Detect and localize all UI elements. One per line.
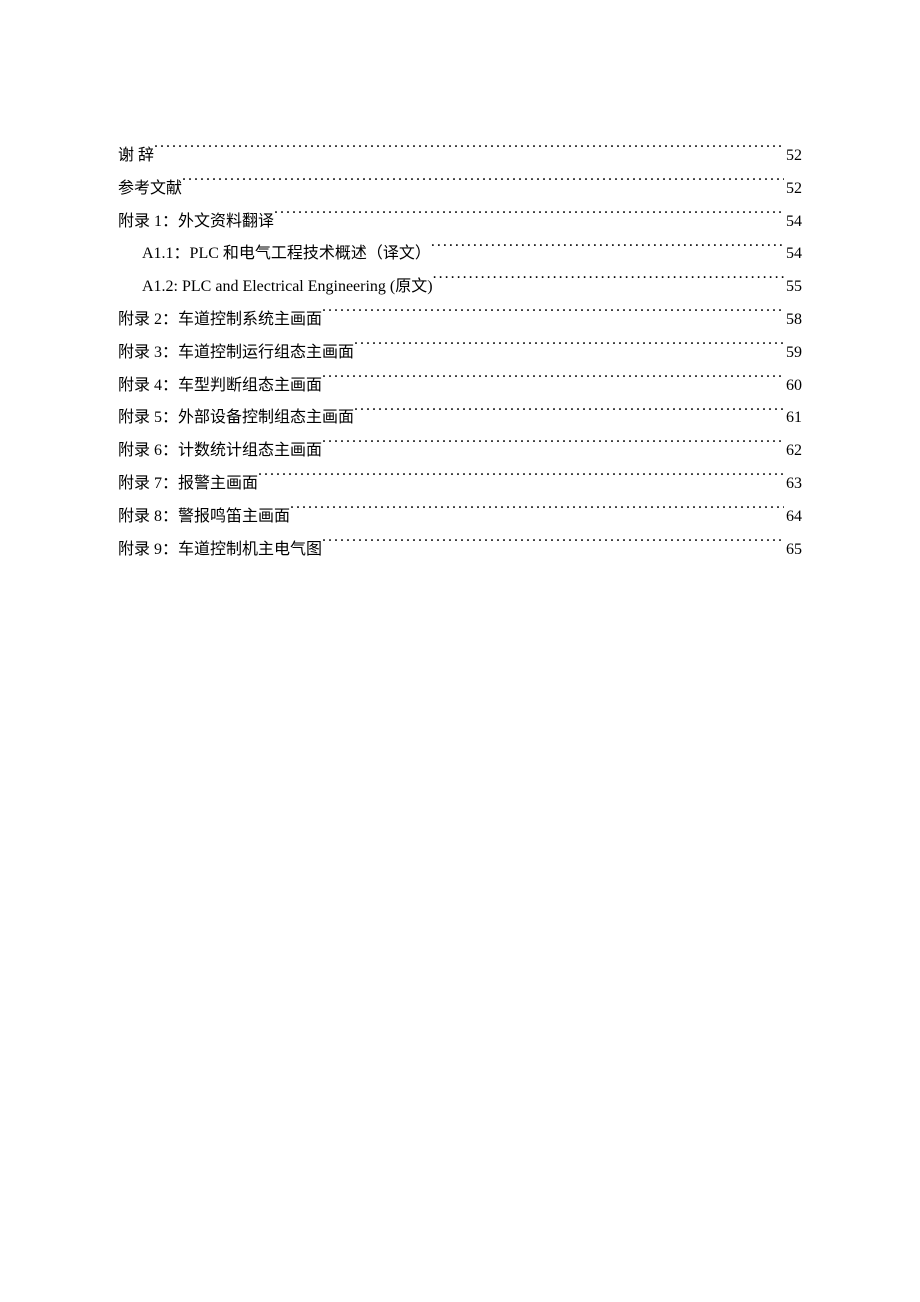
toc-leader-dots xyxy=(258,472,784,488)
toc-title: 参考文献 xyxy=(118,173,182,206)
toc-entry: 谢 辞 52 xyxy=(118,140,802,173)
toc-leader-dots xyxy=(322,308,784,324)
toc-entry: 附录 7：报警主画面 63 xyxy=(118,468,802,501)
toc-page-number: 54 xyxy=(784,206,802,239)
toc-entry: 附录 2：车道控制系统主画面 58 xyxy=(118,304,802,337)
toc-leader-dots xyxy=(322,439,784,455)
toc-leader-dots xyxy=(290,505,784,521)
toc-page-number: 52 xyxy=(784,140,802,173)
toc-title: 附录 3：车道控制运行组态主画面 xyxy=(118,337,354,370)
toc-page-number: 61 xyxy=(784,402,802,435)
toc-page-number: 58 xyxy=(784,304,802,337)
toc-entry: A1.2: PLC and Electrical Engineering (原文… xyxy=(118,271,802,304)
toc-page-number: 65 xyxy=(784,534,802,567)
toc-title: 附录 6：计数统计组态主画面 xyxy=(118,435,322,468)
toc-title: 附录 2：车道控制系统主画面 xyxy=(118,304,322,337)
toc-title: 附录 1：外文资料翻译 xyxy=(118,206,274,239)
toc-title: 附录 4：车型判断组态主画面 xyxy=(118,370,322,403)
toc-page-number: 63 xyxy=(784,468,802,501)
toc-page-number: 62 xyxy=(784,435,802,468)
toc-entry: 附录 9：车道控制机主电气图 65 xyxy=(118,534,802,567)
toc-title: 附录 5：外部设备控制组态主画面 xyxy=(118,402,354,435)
toc-entry: 参考文献 52 xyxy=(118,173,802,206)
toc-title: 附录 8：警报鸣笛主画面 xyxy=(118,501,290,534)
toc-leader-dots xyxy=(354,341,784,357)
toc-leader-dots xyxy=(431,242,784,258)
toc-title: 谢 辞 xyxy=(118,140,154,173)
toc-entry: 附录 3：车道控制运行组态主画面 59 xyxy=(118,337,802,370)
toc-leader-dots xyxy=(433,275,784,291)
table-of-contents: 谢 辞 52 参考文献 52 附录 1：外文资料翻译 54 A1.1：PLC 和… xyxy=(118,140,802,566)
toc-title: 附录 7：报警主画面 xyxy=(118,468,258,501)
toc-leader-dots xyxy=(154,144,784,160)
toc-page-number: 55 xyxy=(784,271,802,304)
toc-page-number: 52 xyxy=(784,173,802,206)
toc-page-number: 60 xyxy=(784,370,802,403)
toc-entry: 附录 5：外部设备控制组态主画面 61 xyxy=(118,402,802,435)
toc-entry: A1.1：PLC 和电气工程技术概述（译文） 54 xyxy=(118,238,802,271)
toc-entry: 附录 8：警报鸣笛主画面 64 xyxy=(118,501,802,534)
toc-page-number: 64 xyxy=(784,501,802,534)
toc-entry: 附录 1：外文资料翻译 54 xyxy=(118,206,802,239)
toc-title: A1.1：PLC 和电气工程技术概述（译文） xyxy=(142,238,431,271)
toc-entry: 附录 6：计数统计组态主画面 62 xyxy=(118,435,802,468)
toc-page-number: 59 xyxy=(784,337,802,370)
toc-page-number: 54 xyxy=(784,238,802,271)
toc-leader-dots xyxy=(322,538,784,554)
toc-entry: 附录 4：车型判断组态主画面 60 xyxy=(118,370,802,403)
toc-title: A1.2: PLC and Electrical Engineering (原文… xyxy=(142,271,433,304)
toc-leader-dots xyxy=(322,374,784,390)
toc-leader-dots xyxy=(274,210,784,226)
toc-leader-dots xyxy=(182,177,784,193)
toc-title: 附录 9：车道控制机主电气图 xyxy=(118,534,322,567)
toc-leader-dots xyxy=(354,406,784,422)
